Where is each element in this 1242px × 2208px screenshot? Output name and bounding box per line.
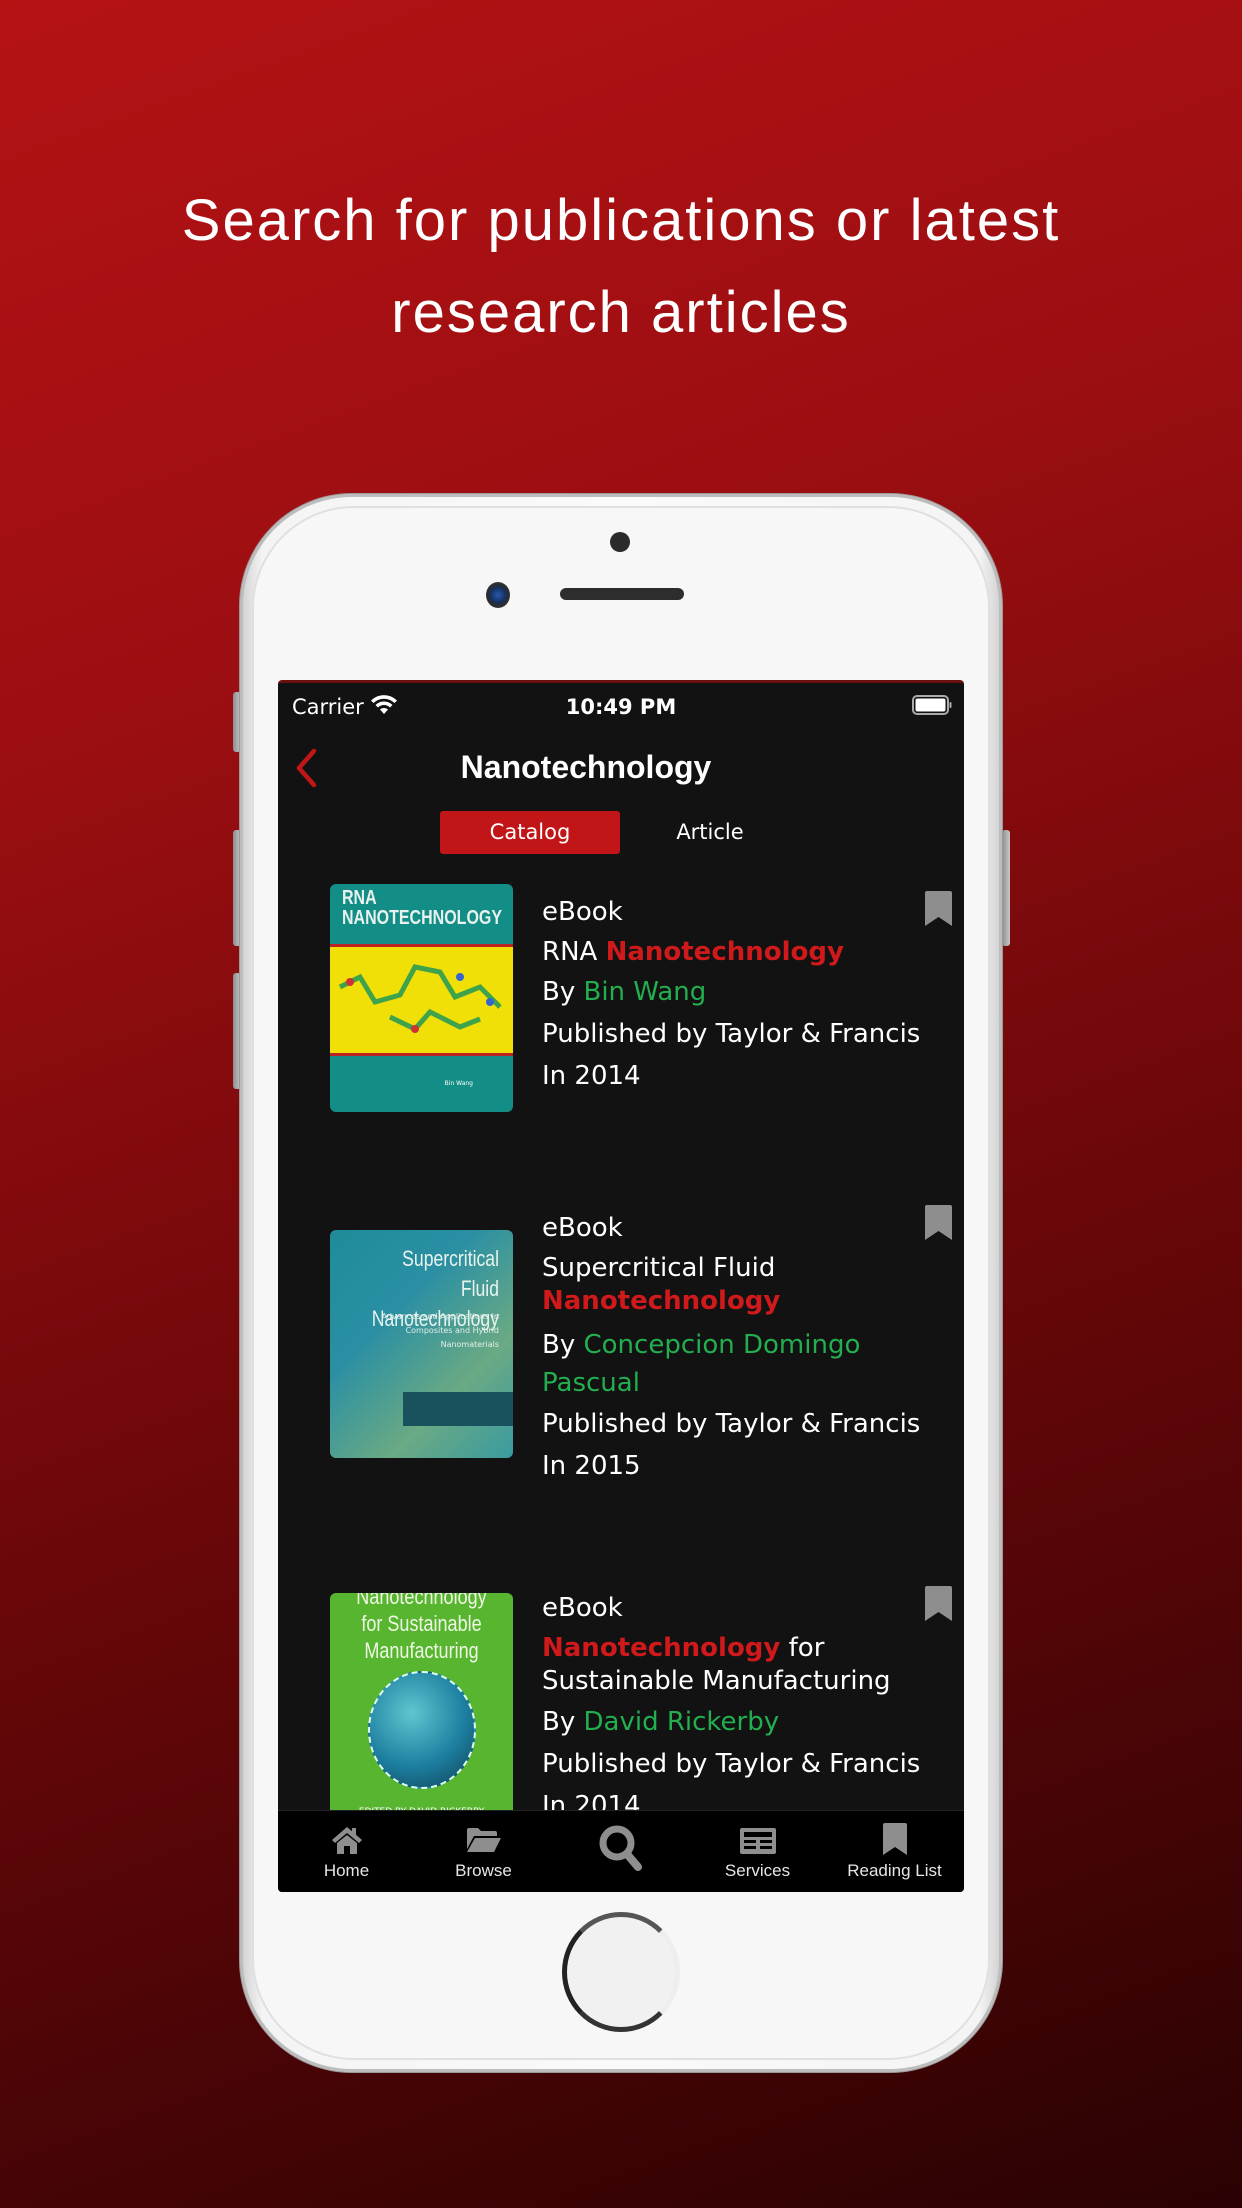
result-info: eBook Supercritical Fluid Nanotechnology …: [542, 1208, 922, 1486]
tab-home[interactable]: Home: [278, 1811, 415, 1892]
result-type: eBook: [542, 1593, 623, 1623]
tab-bar: Home Browse Services Reading List: [278, 1810, 964, 1892]
earpiece-speaker: [560, 588, 684, 600]
battery-full-icon: [912, 695, 952, 715]
tab-label: Browse: [455, 1861, 512, 1880]
phone-power-button: [1002, 830, 1010, 946]
author-link[interactable]: Bin Wang: [584, 977, 707, 1007]
result-info: eBook RNA Nanotechnology By Bin Wang Pub…: [542, 892, 922, 1096]
result-year: In 2014: [542, 1061, 641, 1091]
result-byline: By Bin Wang: [542, 977, 707, 1007]
home-button[interactable]: [562, 1912, 680, 2032]
cover-editor-plate: [403, 1392, 513, 1426]
book-cover[interactable]: Nanotechnology for Sustainable Manufactu…: [330, 1593, 513, 1821]
result-type: eBook: [542, 1213, 623, 1243]
bookmark-icon: [882, 1823, 907, 1855]
tab-search[interactable]: [552, 1811, 689, 1892]
status-time: 10:49 PM: [565, 695, 677, 719]
book-cover[interactable]: Supercritical Fluid Nanotechnology Advan…: [330, 1230, 513, 1458]
tab-label: Services: [724, 1861, 791, 1880]
bookmark-icon[interactable]: [925, 1205, 952, 1240]
segment-article[interactable]: Article: [620, 811, 800, 854]
folder-open-icon: [466, 1828, 501, 1852]
cover-subtitle: Advances and Applications in Composites …: [381, 1312, 499, 1349]
tab-label: Home: [323, 1861, 370, 1880]
result-publisher: Published by Taylor & Francis: [542, 1409, 921, 1439]
title-highlight: Nanotechnology: [542, 1633, 781, 1663]
tab-browse[interactable]: Browse: [415, 1811, 552, 1892]
cover-editor: Bin Wang: [444, 1080, 473, 1087]
result-publisher: Published by Taylor & Francis: [542, 1749, 921, 1779]
author-link[interactable]: David Rickerby: [584, 1707, 780, 1737]
segment-catalog[interactable]: Catalog: [440, 811, 620, 854]
cover-molecule-band: [330, 944, 513, 1056]
result-byline: By Concepcion Domingo Pascual: [542, 1330, 861, 1398]
promo-headline-line-2: research articles: [391, 280, 851, 345]
result-info: eBook Nanotechnology for Sustainable Man…: [542, 1588, 922, 1826]
result-title[interactable]: RNA Nanotechnology: [542, 932, 922, 972]
author-link[interactable]: Concepcion Domingo Pascual: [542, 1330, 860, 1398]
cover-globe-illustration: [368, 1671, 476, 1789]
home-icon: [331, 1827, 362, 1854]
proximity-sensor: [610, 532, 630, 552]
status-bar: Carrier 10:49 PM: [278, 683, 964, 733]
navigation-bar: Nanotechnology: [278, 733, 964, 803]
result-year: In 2015: [542, 1451, 641, 1481]
title-highlight: Nanotechnology: [605, 937, 844, 967]
bookmark-icon[interactable]: [925, 891, 952, 926]
newspaper-icon: [739, 1828, 776, 1854]
search-icon: [599, 1825, 642, 1871]
title-highlight: Nanotechnology: [542, 1286, 781, 1316]
result-title[interactable]: Supercritical Fluid Nanotechnology: [542, 1252, 922, 1318]
page-title: Nanotechnology: [460, 749, 712, 785]
result-byline: By David Rickerby: [542, 1707, 780, 1737]
result-type: eBook: [542, 897, 623, 927]
promo-headline-line-1: Search for publications or latest: [181, 188, 1061, 253]
bookmark-icon[interactable]: [925, 1586, 952, 1621]
catalog-article-segmented-control: Catalog Article: [440, 811, 800, 854]
cover-title: RNA NANOTECHNOLOGY: [342, 887, 502, 929]
tab-label: Reading List: [847, 1861, 942, 1880]
tab-services[interactable]: Services: [689, 1811, 826, 1892]
cover-title: Nanotechnology for Sustainable Manufactu…: [356, 1593, 487, 1663]
tab-reading-list[interactable]: Reading List: [826, 1811, 963, 1892]
app-screen: Carrier 10:49 PM Nanotechnology Catalog …: [278, 680, 964, 1892]
front-camera-icon: [486, 582, 510, 608]
book-cover[interactable]: RNA NANOTECHNOLOGY Bin Wang: [330, 884, 513, 1112]
promo-headline: Search for publications or latest resear…: [0, 175, 1242, 359]
result-title[interactable]: Nanotechnology for Sustainable Manufactu…: [542, 1632, 912, 1698]
result-publisher: Published by Taylor & Francis: [542, 1019, 921, 1049]
